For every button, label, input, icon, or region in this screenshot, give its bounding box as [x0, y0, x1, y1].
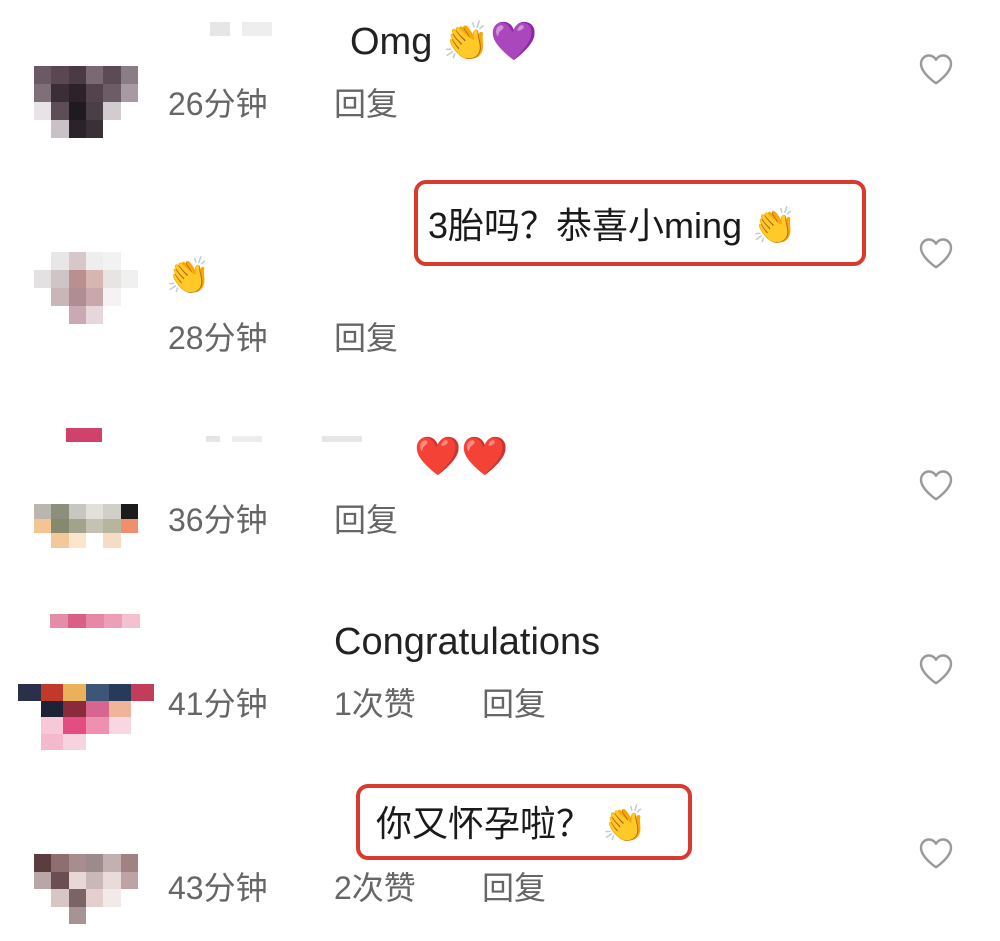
reply-button[interactable]: 回复: [334, 318, 398, 358]
reply-button[interactable]: 回复: [482, 684, 546, 724]
avatar[interactable]: [34, 252, 138, 324]
heart-outline-icon[interactable]: [918, 236, 954, 270]
username-blurred[interactable]: [206, 436, 362, 450]
username-blurred[interactable]: [50, 614, 140, 628]
heart-outline-icon[interactable]: [918, 652, 954, 686]
avatar[interactable]: [34, 854, 138, 924]
comment-text: ❤️❤️: [414, 434, 509, 478]
comment-text: 你又怀孕啦？ 👏: [376, 803, 647, 844]
username-blurred[interactable]: [66, 428, 102, 442]
comment-time: 43分钟: [168, 870, 268, 906]
comment-time: 28分钟: [168, 320, 268, 356]
highlight-annotation-text: 3胎吗？恭喜小ming 👏: [428, 205, 797, 246]
comment-text: 👏: [166, 256, 211, 297]
comment-text: Omg 👏💜: [350, 21, 538, 63]
reply-button[interactable]: 回复: [482, 868, 546, 908]
like-count: 2次赞: [334, 870, 416, 906]
avatar[interactable]: [34, 504, 138, 562]
heart-outline-icon[interactable]: [918, 52, 954, 86]
comment-text: Congratulations: [334, 621, 601, 663]
avatar[interactable]: [34, 66, 138, 138]
comment-time: 41分钟: [168, 686, 268, 722]
comment-time: 36分钟: [168, 502, 268, 538]
reply-button[interactable]: 回复: [334, 500, 398, 540]
heart-outline-icon[interactable]: [918, 468, 954, 502]
reply-button[interactable]: 回复: [334, 84, 398, 124]
avatar[interactable]: [18, 684, 154, 750]
like-count: 1次赞: [334, 686, 416, 722]
comment-time: 26分钟: [168, 86, 268, 122]
heart-outline-icon[interactable]: [918, 836, 954, 870]
username-blurred[interactable]: [210, 22, 272, 36]
